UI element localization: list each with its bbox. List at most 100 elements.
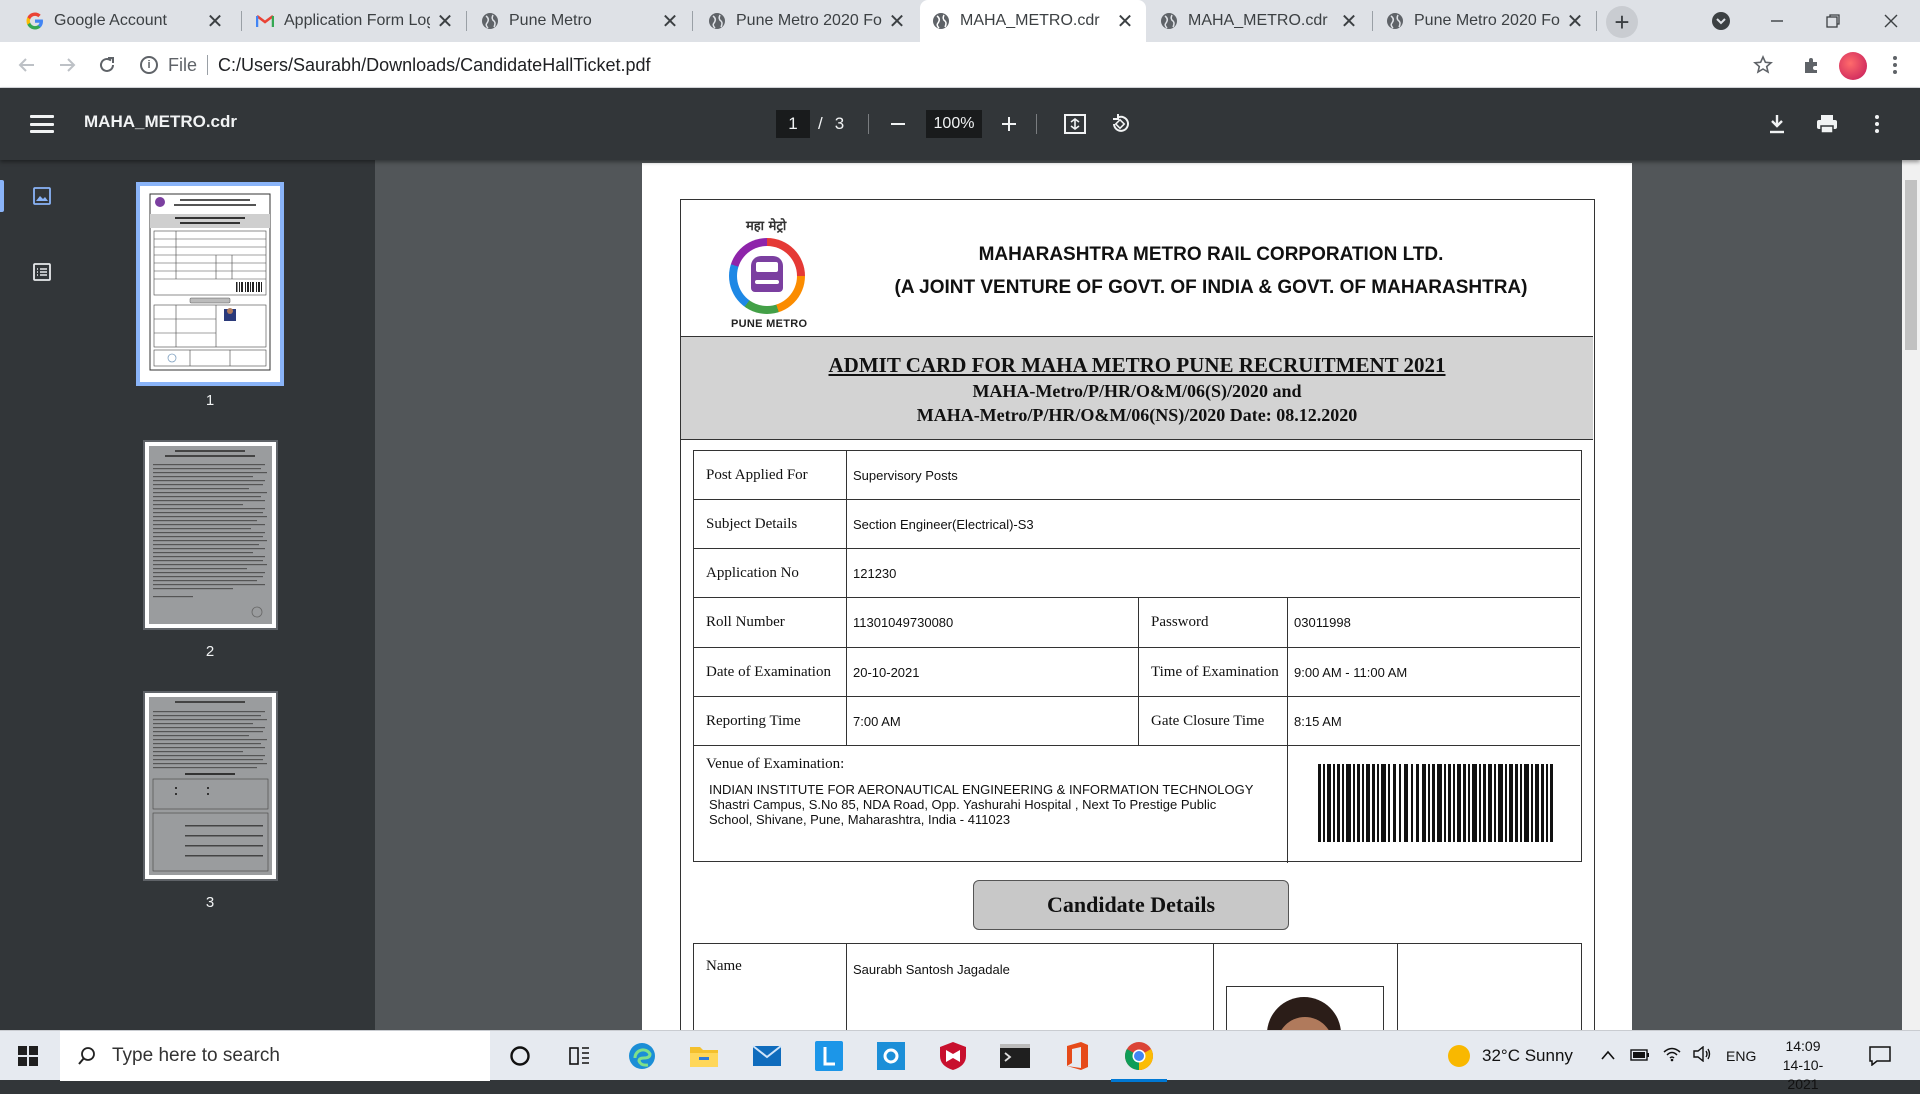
page-thumbnail-3[interactable] — [143, 691, 278, 881]
close-window-icon[interactable] — [1868, 0, 1914, 42]
close-tab-icon[interactable]: ✕ — [661, 9, 679, 34]
minimize-icon[interactable] — [1754, 0, 1800, 42]
extensions-puzzle-icon[interactable] — [1797, 50, 1827, 80]
chevron-up-icon[interactable] — [1600, 1046, 1616, 1066]
page-thumbnail-2[interactable] — [143, 440, 278, 630]
terminal-icon[interactable] — [997, 1038, 1033, 1074]
tab-application-form[interactable]: Application Form Log ✕ — [244, 0, 466, 42]
menu-hamburger-icon[interactable] — [30, 112, 54, 136]
name-value: Saurabh Santosh Jagadale — [847, 944, 1214, 1030]
reporting-time-value: 7:00 AM — [847, 697, 1139, 745]
thumbnails-view-icon[interactable] — [0, 166, 84, 226]
tab-pune-metro[interactable]: Pune Metro ✕ — [469, 0, 691, 42]
notifications-icon[interactable] — [1862, 1038, 1898, 1074]
tab-pune-metro-form-2[interactable]: Pune Metro 2020 Form ✕ — [1374, 0, 1596, 42]
new-tab-button[interactable]: + — [1606, 6, 1638, 38]
close-tab-icon[interactable]: ✕ — [1566, 9, 1584, 34]
file-explorer-icon[interactable] — [686, 1038, 722, 1074]
close-tab-icon[interactable]: ✕ — [1340, 9, 1358, 34]
toolbar-divider — [1036, 114, 1037, 134]
venue-line-3: School, Shivane, Pune, Maharashtra, Indi… — [709, 812, 1011, 827]
tab-maha-metro-2[interactable]: MAHA_METRO.cdr ✕ — [1148, 0, 1370, 42]
thumbnail-label-3: 3 — [205, 894, 215, 911]
mcafee-icon[interactable] — [935, 1038, 971, 1074]
corporation-subtitle: (A JOINT VENTURE OF GOVT. OF INDIA & GOV… — [894, 277, 1528, 298]
profile-avatar[interactable] — [1839, 52, 1867, 80]
address-bar[interactable]: i File C:/Users/Saurabh/Downloads/Candid… — [140, 48, 1760, 82]
search-placeholder: Type here to search — [112, 1045, 280, 1066]
exam-date-value: 20-10-2021 — [847, 648, 1139, 696]
mail-icon[interactable] — [749, 1038, 785, 1074]
pdf-toolbar: MAHA_METRO.cdr 1 / 3 100% — [0, 88, 1920, 160]
vertical-scrollbar[interactable] — [1902, 160, 1920, 1030]
zoom-in-icon[interactable] — [995, 110, 1023, 138]
app-l-icon[interactable] — [811, 1038, 847, 1074]
restore-icon[interactable] — [1810, 0, 1856, 42]
globe-icon — [1386, 12, 1404, 30]
edge-browser-icon[interactable] — [624, 1038, 660, 1074]
gmail-icon — [256, 12, 274, 30]
chrome-icon[interactable] — [1111, 1038, 1167, 1082]
app-o-icon[interactable] — [873, 1038, 909, 1074]
pune-metro-logo — [729, 238, 805, 314]
page-thumbnail-1[interactable] — [136, 182, 284, 386]
table-row: Subject Details Section Engineer(Electri… — [694, 500, 1580, 549]
pdf-document-title: MAHA_METRO.cdr — [84, 112, 238, 131]
zoom-out-icon[interactable] — [884, 110, 912, 138]
more-options-icon[interactable] — [1863, 110, 1891, 138]
exam-time-value: 9:00 AM - 11:00 AM — [1294, 664, 1408, 680]
weather-widget[interactable]: 32°C Sunny — [1448, 1031, 1573, 1081]
close-tab-icon[interactable]: ✕ — [1116, 9, 1134, 34]
reload-icon[interactable] — [92, 50, 122, 80]
download-icon[interactable] — [1763, 110, 1791, 138]
close-tab-icon[interactable]: ✕ — [206, 9, 224, 34]
tab-title: Pune Metro 2020 Form — [736, 12, 882, 29]
language-indicator[interactable]: ENG — [1726, 1048, 1756, 1064]
rotate-icon[interactable] — [1106, 110, 1134, 138]
bookmark-star-icon[interactable] — [1748, 50, 1778, 80]
reporting-time-label: Reporting Time — [694, 697, 847, 745]
address-divider — [207, 55, 209, 75]
name-label: Name — [694, 944, 847, 1030]
thumbnail-label-1: 1 — [205, 392, 215, 409]
thumbnail-preview — [149, 446, 272, 624]
info-icon[interactable]: i — [140, 56, 158, 74]
zoom-level-input[interactable]: 100% — [926, 110, 982, 138]
tab-search-icon[interactable] — [1698, 0, 1744, 42]
chrome-menu-icon[interactable] — [1880, 50, 1910, 80]
application-no-label: Application No — [694, 549, 847, 597]
outline-view-icon[interactable] — [0, 242, 84, 302]
barcode-cell — [1288, 746, 1580, 863]
gate-closure-label: Gate Closure Time — [1139, 697, 1288, 745]
current-page-input[interactable]: 1 — [776, 110, 810, 138]
pdf-document-area[interactable]: महा मेट्रो PUNE METRO MAHARASHTRA METRO … — [375, 160, 1902, 1030]
scrollbar-thumb[interactable] — [1905, 180, 1917, 350]
tab-google-account[interactable]: Google Account ✕ — [14, 0, 236, 42]
forward-icon[interactable] — [52, 50, 82, 80]
office-icon[interactable] — [1059, 1038, 1095, 1074]
windows-start-icon[interactable] — [18, 1046, 38, 1066]
reference-line-2: MAHA-Metro/P/HR/O&M/06(NS)/2020 Date: 08… — [916, 405, 1358, 425]
battery-icon[interactable] — [1630, 1046, 1650, 1066]
tab-pune-metro-form[interactable]: Pune Metro 2020 Form ✕ — [696, 0, 918, 42]
wifi-icon[interactable] — [1662, 1046, 1682, 1067]
close-tab-icon[interactable]: ✕ — [436, 9, 454, 34]
venue-label: Venue of Examination: — [706, 756, 845, 772]
page-separator: / — [818, 114, 823, 133]
volume-icon[interactable] — [1692, 1045, 1712, 1067]
address-scheme: File — [168, 54, 198, 75]
taskbar-search-box[interactable]: Type here to search — [60, 1031, 490, 1081]
print-icon[interactable] — [1813, 110, 1841, 138]
sun-icon — [1448, 1045, 1470, 1067]
fit-to-page-icon[interactable] — [1061, 110, 1089, 138]
close-tab-icon[interactable]: ✕ — [888, 9, 906, 34]
taskbar-clock[interactable]: 14:09 14-10-2021 — [1770, 1037, 1836, 1094]
table-row: Roll Number 11301049730080 Password 0301… — [694, 598, 1580, 648]
cortana-icon[interactable] — [502, 1038, 538, 1074]
back-icon[interactable] — [12, 50, 42, 80]
password-value: 03011998 — [1294, 615, 1351, 630]
pdf-page: महा मेट्रो PUNE METRO MAHARASHTRA METRO … — [642, 163, 1632, 1030]
task-view-icon[interactable] — [562, 1038, 598, 1074]
venue-line-1: INDIAN INSTITUTE FOR AERONAUTICAL ENGINE… — [709, 782, 1254, 797]
tab-maha-metro-active[interactable]: MAHA_METRO.cdr ✕ — [920, 0, 1146, 42]
